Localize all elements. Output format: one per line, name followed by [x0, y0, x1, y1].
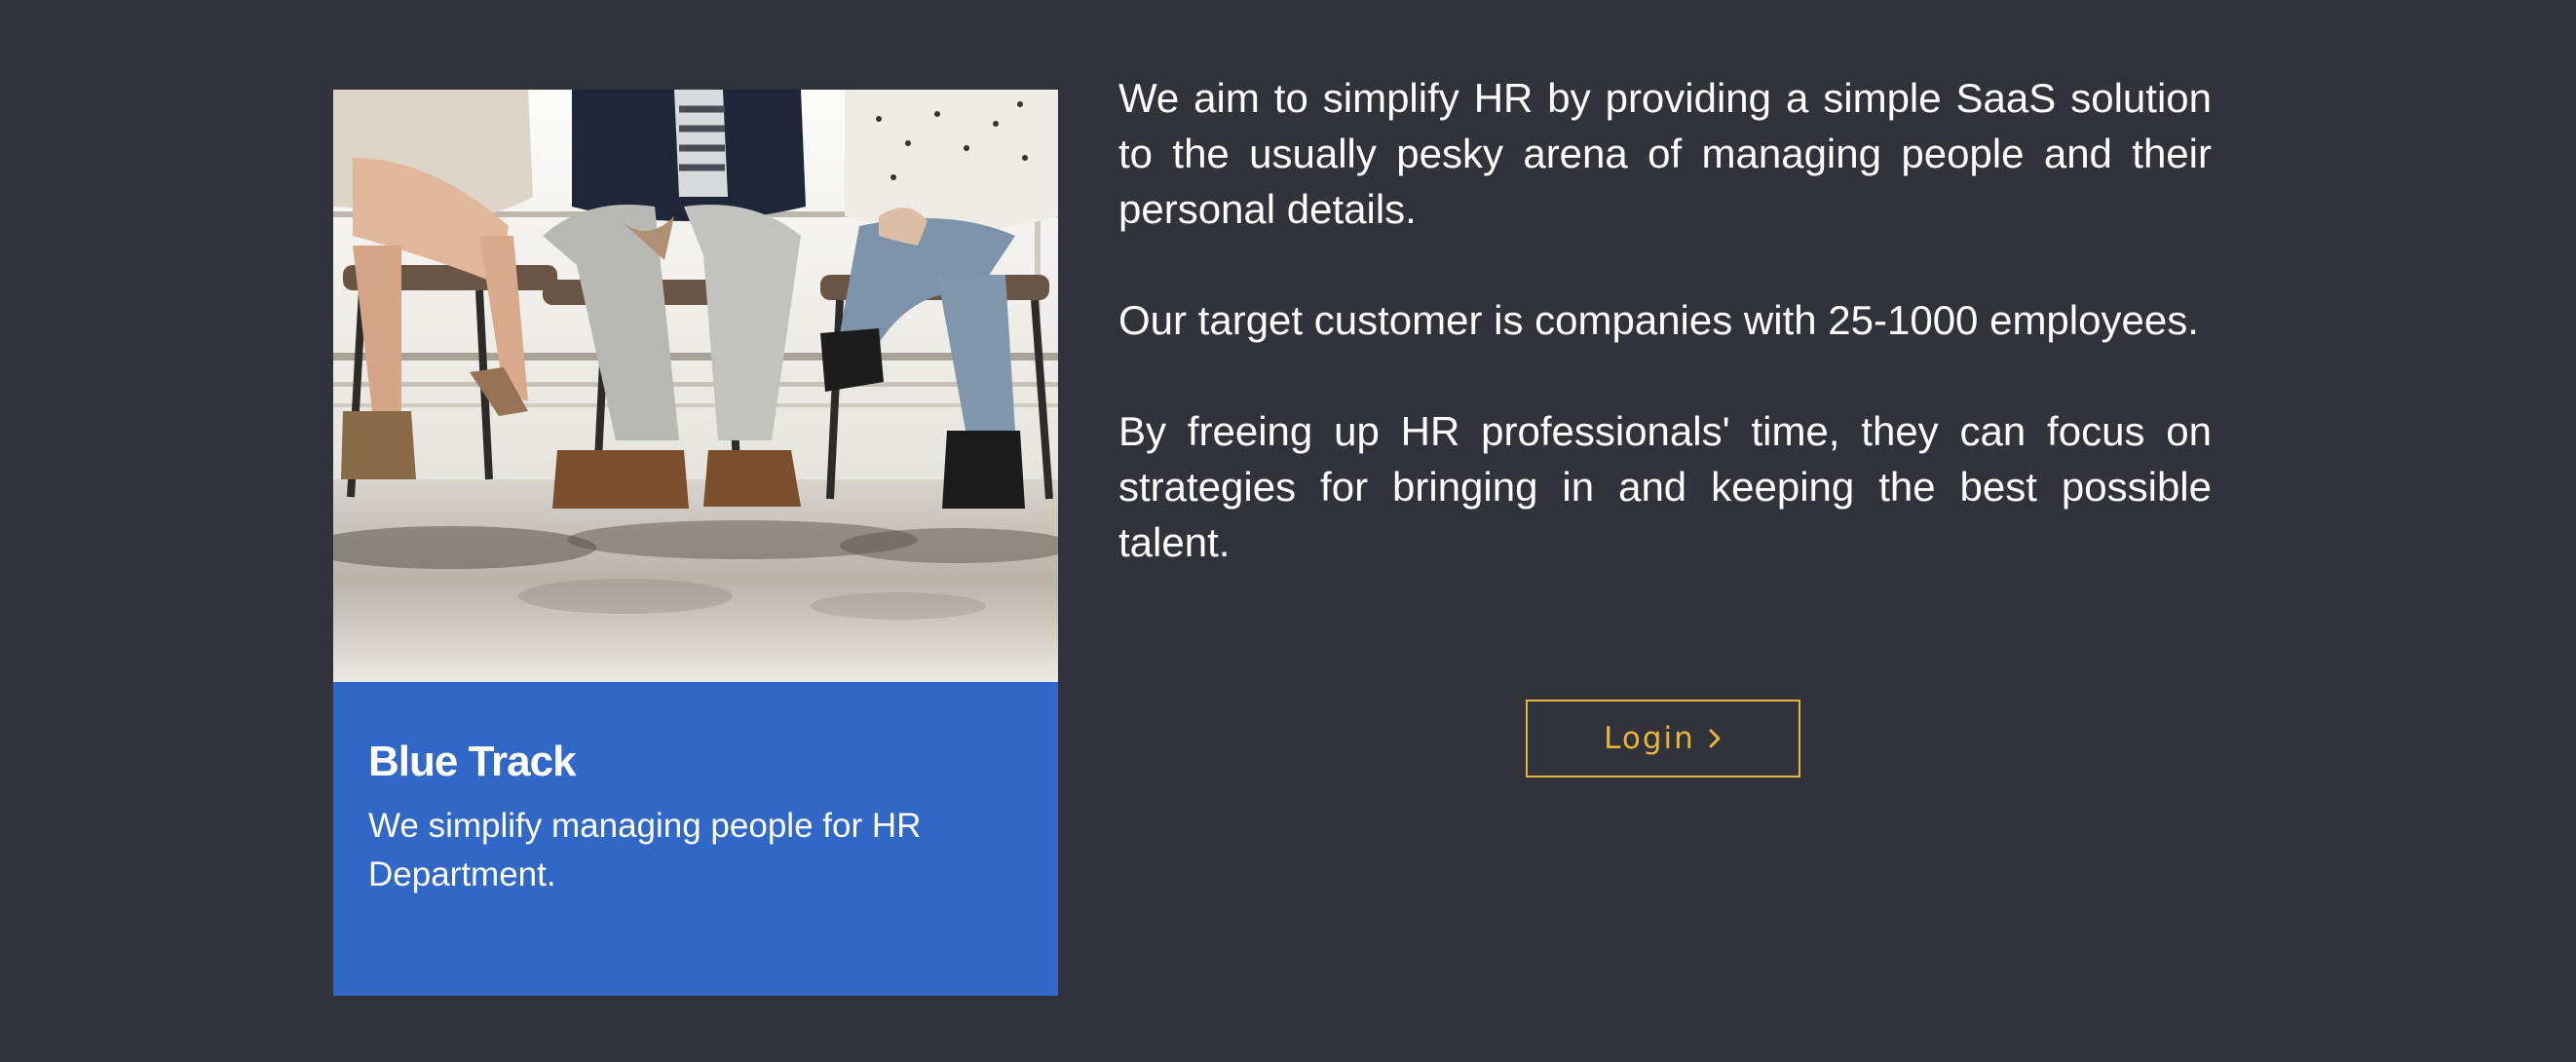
login-label: Login — [1604, 721, 1695, 756]
people-sitting-photo — [333, 90, 1058, 682]
about-section: We aim to simplify HR by providing a sim… — [1118, 70, 2212, 570]
brand-tagline: We simplify managing people for HR Depar… — [368, 807, 922, 893]
about-paragraph: By freeing up HR professionals' time, th… — [1118, 408, 2212, 565]
login-button[interactable]: Login — [1526, 700, 1800, 778]
about-paragraph: We aim to simplify HR by providing a sim… — [1118, 75, 2212, 232]
brand-card: Blue Track We simplify managing people f… — [333, 90, 1058, 996]
brand-title: Blue Track — [368, 738, 577, 785]
chevron-right-icon — [1709, 729, 1721, 748]
about-paragraph: Our target customer is companies with 25… — [1118, 297, 2199, 343]
